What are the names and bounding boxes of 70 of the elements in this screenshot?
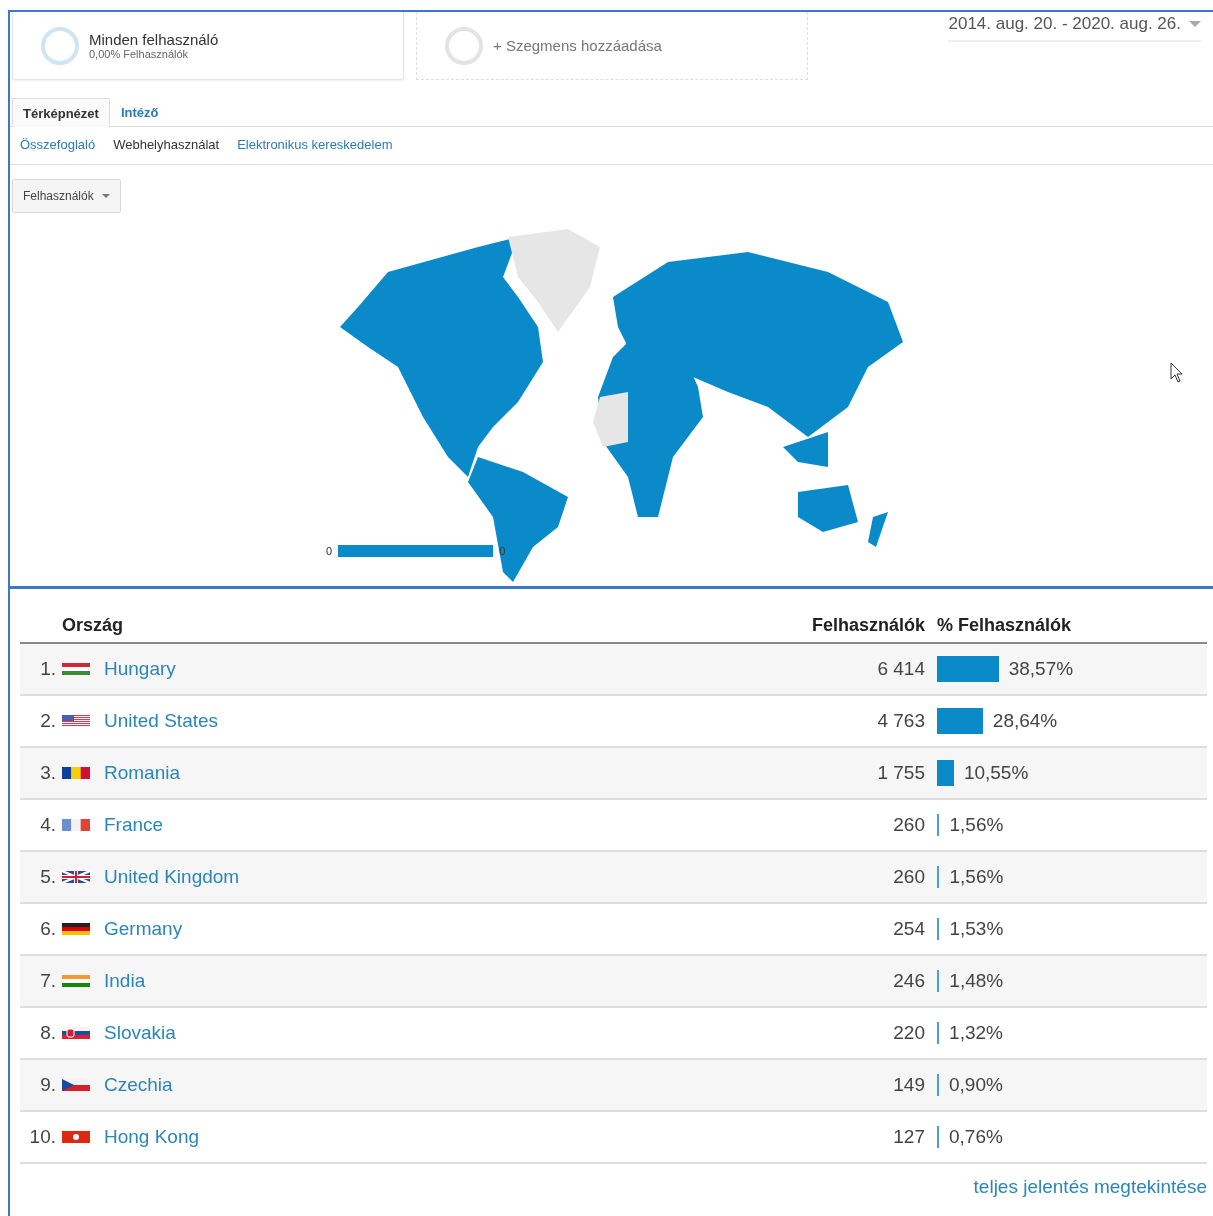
segment-ring-icon [445,26,483,65]
country-link[interactable]: Hong Kong [104,1126,200,1148]
report-tab[interactable]: Összefoglaló [20,137,96,152]
country-link[interactable]: Germany [104,918,183,940]
percent-bar [937,970,940,992]
users-cell: 6 414 [729,643,931,695]
caret-icon [101,194,110,198]
flag-icon [62,819,90,831]
percent-bar [937,1022,940,1044]
flag-icon [62,663,90,675]
percent-value: 1,56% [949,866,1004,888]
users-cell: 149 [729,1059,931,1111]
segment-subtitle: 0,00% Felhasználók [89,48,190,60]
segment-title: Minden felhasználó [89,31,219,48]
country-link[interactable]: Czechia [104,1074,173,1096]
rank-cell: 7. [20,955,56,1007]
country-link[interactable]: United States [104,710,219,732]
percent-bar [937,918,940,940]
percent-bar [937,656,999,682]
country-link[interactable]: Romania [104,762,181,784]
caret-icon [1189,21,1201,27]
flag-icon [62,1027,90,1039]
add-segment-label: + Szegmens hozzáadása [493,37,662,54]
percent-value: 1,56% [949,814,1004,836]
flag-icon [62,767,90,779]
percent-bar [937,760,954,786]
rank-cell: 1. [20,643,56,695]
country-link[interactable]: France [104,814,164,836]
percent-value: 28,64% [992,710,1058,732]
legend-max-label: 0 [499,545,506,557]
users-cell: 1 755 [729,747,931,799]
country-link[interactable]: Hungary [104,658,176,680]
rank-cell: 3. [20,747,56,799]
rank-cell: 10. [20,1111,56,1163]
users-cell: 246 [729,955,931,1007]
rank-cell: 9. [20,1059,56,1111]
percent-value: 1,48% [949,970,1004,992]
flag-icon [62,1131,90,1143]
rank-cell: 5. [20,851,56,903]
country-link[interactable]: United Kingdom [104,866,240,888]
percent-value: 0,90% [949,1074,1003,1096]
add-segment-card[interactable]: + Szegmens hozzáadása [416,12,808,80]
date-range-picker[interactable]: 2014. aug. 20. - 2020. aug. 26. [948,12,1201,42]
mouse-pointer-icon [1170,362,1184,384]
report-tab[interactable]: Elektronikus kereskedelem [237,137,393,152]
percent-bar [937,814,940,836]
users-cell: 127 [729,1111,931,1163]
country-link[interactable]: India [104,970,146,992]
metric-dropdown[interactable]: Felhasználók [12,179,121,213]
flag-icon [62,975,90,987]
flag-icon [62,923,90,935]
segment-ring-icon [41,26,79,65]
flag-icon [62,1079,90,1091]
flag-icon [62,871,90,883]
view-tab[interactable]: Intéző [109,98,170,126]
view-tab[interactable]: Térképnézet [12,98,110,127]
percent-value: 10,55% [963,762,1029,784]
flag-icon [62,715,90,727]
percent-value: 1,32% [949,1022,1003,1044]
full-report-link[interactable]: teljes jelentés megtekintése [973,1176,1207,1197]
percent-bar [937,708,983,734]
legend-min-label: 0 [326,545,333,557]
percent-value: 38,57% [1008,658,1074,680]
users-cell: 260 [729,851,931,903]
percent-value: 1,53% [949,918,1004,940]
country-link[interactable]: Slovakia [104,1022,176,1044]
percent-bar [937,866,940,888]
report-tab[interactable]: Webhelyhasználat [113,137,220,152]
segment-card[interactable]: Minden felhasználó 0,00% Felhasználók [12,12,404,80]
percent-value: 0,76% [949,1126,1003,1148]
